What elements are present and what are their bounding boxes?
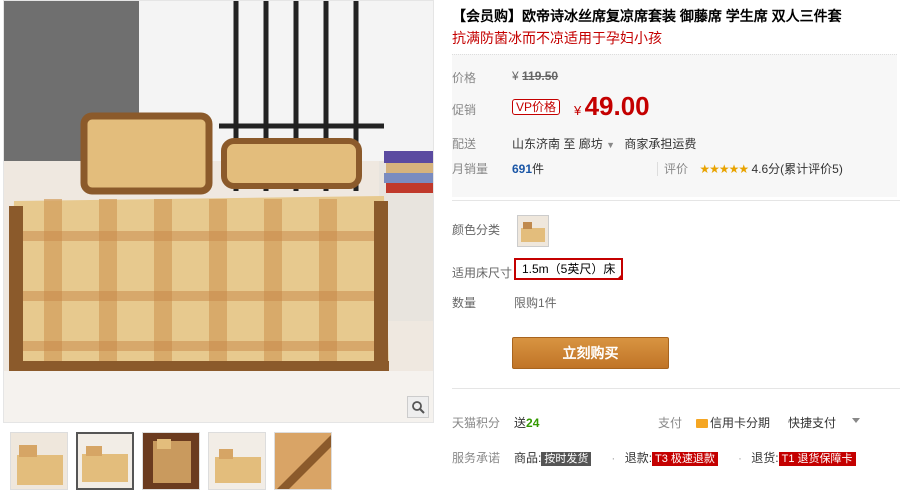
promo-price-value: 49.00 xyxy=(584,91,650,121)
color-option[interactable] xyxy=(517,215,549,247)
promise-1-tag: 按时发货 xyxy=(541,452,592,466)
separator-dot: · xyxy=(737,451,742,465)
ship-note: 商家承担运费 xyxy=(624,137,697,151)
orig-price-value: 119.50 xyxy=(522,69,559,83)
promise-1-text: 商品: xyxy=(514,451,542,465)
promo-label: 促销 xyxy=(452,103,477,117)
ship-to-select[interactable]: 廊坊 ▼ xyxy=(579,137,615,151)
points-prefix: 送 xyxy=(514,416,527,430)
promise-item[interactable]: 退款: T3 极速退款 xyxy=(624,451,718,466)
divider xyxy=(452,388,900,389)
ship-from: 山东济南 xyxy=(512,137,561,151)
chevron-down-icon: ▼ xyxy=(606,140,615,150)
credit-card-icon xyxy=(696,419,708,429)
rating-text: 4.6分(累计评价5) xyxy=(751,162,843,176)
thumbnail-5[interactable] xyxy=(274,432,332,490)
color-label: 颜色分类 xyxy=(452,223,501,237)
zoom-button[interactable] xyxy=(407,396,429,418)
sales-count: 691 xyxy=(512,162,533,176)
main-product-image[interactable] xyxy=(3,0,434,423)
thumbnail-strip xyxy=(10,432,332,490)
monthly-sales: 691件 xyxy=(512,160,544,177)
shipping-info: 山东济南 至 廊坊 ▼ 商家承担运费 xyxy=(512,135,696,152)
service-promises: 商品: 按时发货 · 退款: T3 极速退款 · 退货: T1 退货保障卡 xyxy=(514,449,870,466)
orig-price-label: 价格 xyxy=(452,71,477,85)
promise-3-text: 退货: xyxy=(751,451,779,465)
points-label: 天猫积分 xyxy=(452,416,501,430)
product-subtitle: 抗满防菌冰而不凉适用于孕妇小孩 xyxy=(452,30,662,46)
rating[interactable]: 评价 ★★★★★ 4.6分(累计评价5) xyxy=(657,160,843,177)
bedding-photo xyxy=(4,1,433,422)
ship-to-word: 至 xyxy=(563,137,576,151)
price-panel: 价格 ¥ 119.50 促销 VP价格 ¥ 49.00 配送 山东济南 至 廊坊… xyxy=(452,54,897,197)
thumbnail-3[interactable] xyxy=(142,432,200,490)
ship-to: 廊坊 xyxy=(578,137,603,151)
promo-price: ¥ 49.00 xyxy=(574,91,650,122)
original-price: ¥ 119.50 xyxy=(512,69,558,83)
separator-dot: · xyxy=(611,451,616,465)
buy-now-button[interactable]: 立刻购买 xyxy=(512,337,669,369)
product-gallery xyxy=(3,0,434,495)
qty-limit: 限购1件 xyxy=(514,296,557,310)
thumbnail-2[interactable] xyxy=(76,432,134,490)
points-value: 24 xyxy=(526,416,540,430)
check-corner-icon xyxy=(616,273,624,280)
ship-label: 配送 xyxy=(452,137,477,151)
credit-label: 信用卡分期 xyxy=(710,416,771,430)
divider xyxy=(452,200,900,201)
magnifier-icon xyxy=(412,401,425,414)
pay-label: 支付 xyxy=(658,416,683,430)
star-rating-icon: ★★★★★ xyxy=(699,162,749,176)
vip-badge: VP价格 xyxy=(512,99,561,115)
thumbnail-4[interactable] xyxy=(208,432,266,490)
sales-label: 月销量 xyxy=(452,162,489,176)
promo-currency: ¥ xyxy=(574,103,582,118)
qty-label: 数量 xyxy=(452,296,477,310)
promise-item[interactable]: 退货: T1 退货保障卡 xyxy=(751,451,856,466)
selected-caret xyxy=(102,432,114,433)
promise-3-tag: T1 退货保障卡 xyxy=(778,452,856,466)
orig-currency: ¥ xyxy=(512,69,519,83)
chevron-down-icon[interactable] xyxy=(852,418,860,423)
promise-2-tag: T3 极速退款 xyxy=(652,452,718,466)
promise-2-text: 退款: xyxy=(624,451,653,465)
quick-pay-link[interactable]: 快捷支付 xyxy=(788,414,836,431)
size-option-text: 1.5m（5英尺）床 xyxy=(522,262,616,276)
promise-label: 服务承诺 xyxy=(452,451,501,465)
credit-installment-link[interactable]: 信用卡分期 xyxy=(696,414,770,431)
product-title: 【会员购】欧帝诗冰丝席复凉席套装 御藤席 学生席 双人三件套 xyxy=(452,8,842,24)
size-option-selected[interactable]: 1.5m（5英尺）床 xyxy=(514,258,624,280)
thumbnail-1[interactable] xyxy=(10,432,68,490)
size-label: 适用床尺寸 xyxy=(452,266,513,280)
sales-unit: 件 xyxy=(532,162,545,176)
rating-label: 评价 xyxy=(657,162,689,176)
points: 送24 xyxy=(514,414,539,431)
promise-item[interactable]: 商品: 按时发货 xyxy=(514,451,592,466)
